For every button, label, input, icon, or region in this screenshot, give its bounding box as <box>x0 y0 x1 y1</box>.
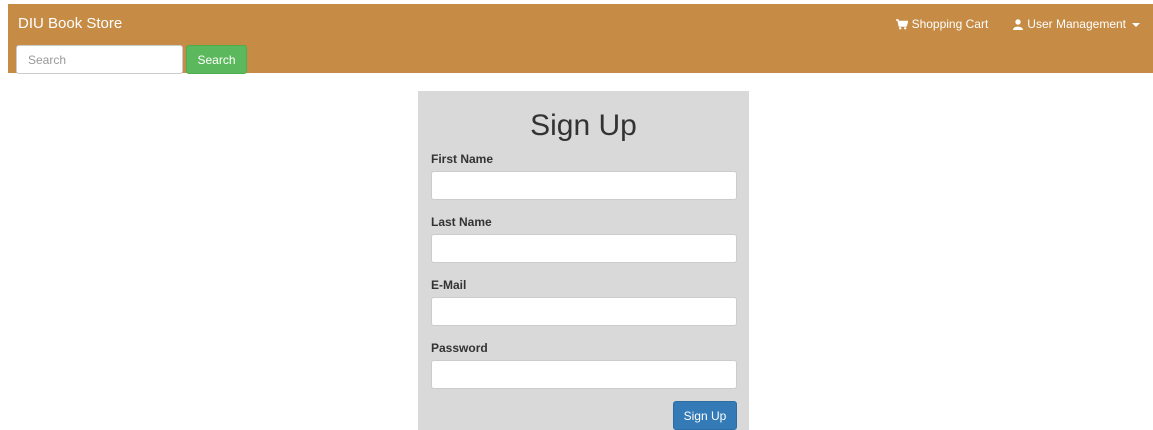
user-icon <box>1013 18 1024 30</box>
user-management-label: User Management <box>1027 17 1126 31</box>
password-field[interactable] <box>431 360 737 389</box>
signup-form-panel: Sign Up First Name Last Name E-Mail Pass… <box>418 91 749 430</box>
last-name-field[interactable] <box>431 234 737 263</box>
search-button[interactable]: Search <box>186 45 247 74</box>
top-navbar: DIU Book Store Search Shopping Cart User… <box>8 4 1153 74</box>
brand-link[interactable]: DIU Book Store <box>18 15 122 32</box>
first-name-label: First Name <box>431 152 494 166</box>
search-input[interactable] <box>16 45 183 74</box>
password-label: Password <box>431 341 488 355</box>
email-label: E-Mail <box>431 278 467 292</box>
sign-up-button[interactable]: Sign Up <box>673 401 737 430</box>
shopping-cart-icon <box>895 18 908 29</box>
chevron-down-icon <box>1132 22 1140 27</box>
user-management-dropdown[interactable]: User Management <box>1013 17 1140 31</box>
nav-right-links: Shopping Cart User Management <box>895 17 1140 31</box>
signup-title: Sign Up <box>530 109 637 142</box>
shopping-cart-label: Shopping Cart <box>911 17 989 31</box>
first-name-field[interactable] <box>431 171 737 200</box>
email-field[interactable] <box>431 297 737 326</box>
shopping-cart-link[interactable]: Shopping Cart <box>895 17 989 31</box>
last-name-label: Last Name <box>431 215 492 229</box>
